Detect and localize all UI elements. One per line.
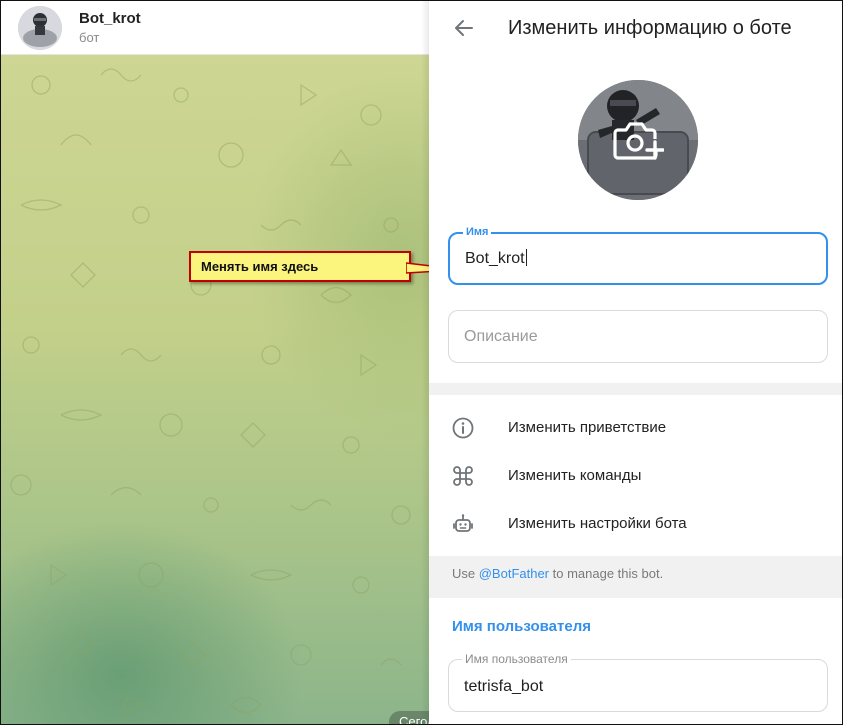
name-input[interactable]: Bot_krot [465, 249, 527, 268]
name-field[interactable]: Имя Bot_krot [448, 226, 828, 285]
avatar[interactable] [18, 6, 62, 50]
name-field-label: Имя [463, 226, 492, 238]
chat-title: Bot_krot [79, 10, 141, 27]
chat-area: Bot_krot бот Сегодня [1, 1, 429, 724]
menu-item-label: Изменить настройки бота [508, 515, 687, 532]
description-field[interactable]: Описание [448, 310, 828, 363]
chat-header[interactable]: Bot_krot бот [1, 1, 429, 55]
hint-text: Use @BotFather to manage this bot. [452, 566, 663, 581]
menu-item-label: Изменить приветствие [508, 419, 667, 436]
annotation-callout: Менять имя здесь [189, 251, 411, 282]
menu-item-edit-bot-settings[interactable]: Изменить настройки бота [429, 501, 842, 547]
wallpaper-doodles [10, 68, 411, 714]
back-button[interactable] [451, 15, 477, 41]
info-icon [452, 417, 474, 439]
menu-item-edit-commands[interactable]: Изменить команды [429, 453, 842, 499]
username-field-label: Имя пользователя [462, 652, 571, 666]
chat-wallpaper [1, 55, 429, 724]
edit-bot-panel: Изменить информацию о боте Имя Bot_krot … [429, 1, 842, 724]
command-icon [453, 466, 473, 486]
name-input-value: Bot_krot [465, 250, 525, 267]
arrow-left-icon [455, 20, 473, 36]
username-section-title: Имя пользователя [452, 618, 591, 635]
menu-item-label: Изменить команды [508, 467, 642, 484]
bot-icon [453, 514, 473, 532]
app-window: Bot_krot бот Сегодня Менять имя здесь Из… [0, 0, 843, 725]
callout-text: Менять имя здесь [201, 259, 319, 274]
panel-title: Изменить информацию о боте [508, 17, 792, 39]
botfather-link[interactable]: @BotFather [479, 566, 549, 581]
bot-photo-upload[interactable] [578, 80, 698, 200]
hint-suffix: to manage this bot. [549, 566, 664, 581]
username-field[interactable]: Имя пользователя tetrisfa_bot [448, 652, 828, 712]
username-input[interactable]: tetrisfa_bot [464, 678, 543, 696]
panel-shadow [421, 1, 429, 724]
menu-item-edit-greeting[interactable]: Изменить приветствие [429, 405, 842, 451]
text-caret [525, 249, 527, 266]
hint-block: Use @BotFather to manage this bot. [429, 556, 842, 598]
camera-add-icon [613, 122, 664, 160]
section-divider [429, 383, 842, 395]
hint-prefix: Use [452, 566, 479, 581]
chat-status: бот [79, 30, 100, 45]
description-placeholder: Описание [464, 328, 538, 345]
